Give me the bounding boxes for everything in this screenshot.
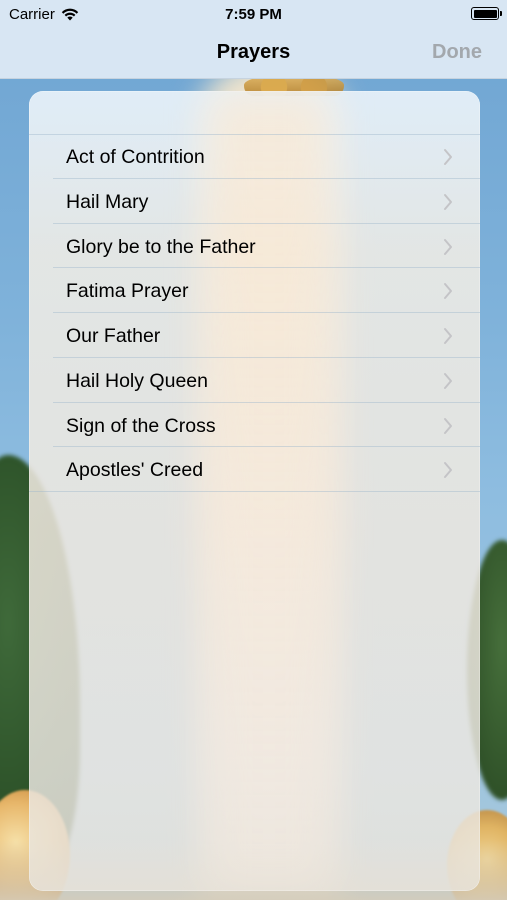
- page-title: Prayers: [216, 41, 291, 63]
- status-bar: Carrier 7:59 PM: [0, 0, 507, 28]
- battery-icon: [471, 7, 502, 20]
- prayer-list: Act of Contrition Hail Mary Glory be to …: [29, 134, 480, 492]
- prayer-row-hail-holy-queen[interactable]: Hail Holy Queen: [29, 358, 480, 403]
- prayer-row-label: Hail Holy Queen: [66, 369, 208, 392]
- chevron-right-icon: [444, 149, 452, 165]
- prayer-row-label: Hail Mary: [66, 190, 149, 213]
- prayer-row-fatima-prayer[interactable]: Fatima Prayer: [29, 268, 480, 313]
- chevron-right-icon: [444, 283, 452, 300]
- chevron-right-icon: [444, 238, 452, 255]
- prayer-row-hail-mary[interactable]: Hail Mary: [29, 179, 480, 224]
- prayer-row-label: Fatima Prayer: [66, 280, 189, 303]
- prayer-row-label: Act of Contrition: [66, 146, 205, 168]
- chevron-right-icon: [444, 417, 452, 434]
- prayer-row-act-of-contrition[interactable]: Act of Contrition: [29, 134, 480, 179]
- chevron-right-icon: [444, 193, 452, 210]
- chevron-right-icon: [444, 372, 452, 389]
- prayer-row-label: Our Father: [66, 325, 161, 347]
- prayer-row-label: Apostles' Creed: [66, 459, 204, 482]
- done-button[interactable]: Done: [432, 41, 482, 64]
- chevron-right-icon: [444, 328, 452, 344]
- prayer-row-apostles-creed[interactable]: Apostles' Creed: [29, 447, 480, 492]
- row-divider: [29, 491, 480, 492]
- prayer-row-glory-be[interactable]: Glory be to the Father: [29, 224, 480, 269]
- prayer-row-sign-of-the-cross[interactable]: Sign of the Cross: [29, 403, 480, 448]
- prayers-panel: Act of Contrition Hail Mary Glory be to …: [29, 91, 480, 891]
- prayer-row-our-father[interactable]: Our Father: [29, 313, 480, 358]
- prayer-row-label: Sign of the Cross: [66, 414, 216, 437]
- status-time: 7:59 PM: [225, 6, 282, 23]
- prayer-row-label: Glory be to the Father: [66, 235, 256, 258]
- chevron-right-icon: [444, 462, 452, 479]
